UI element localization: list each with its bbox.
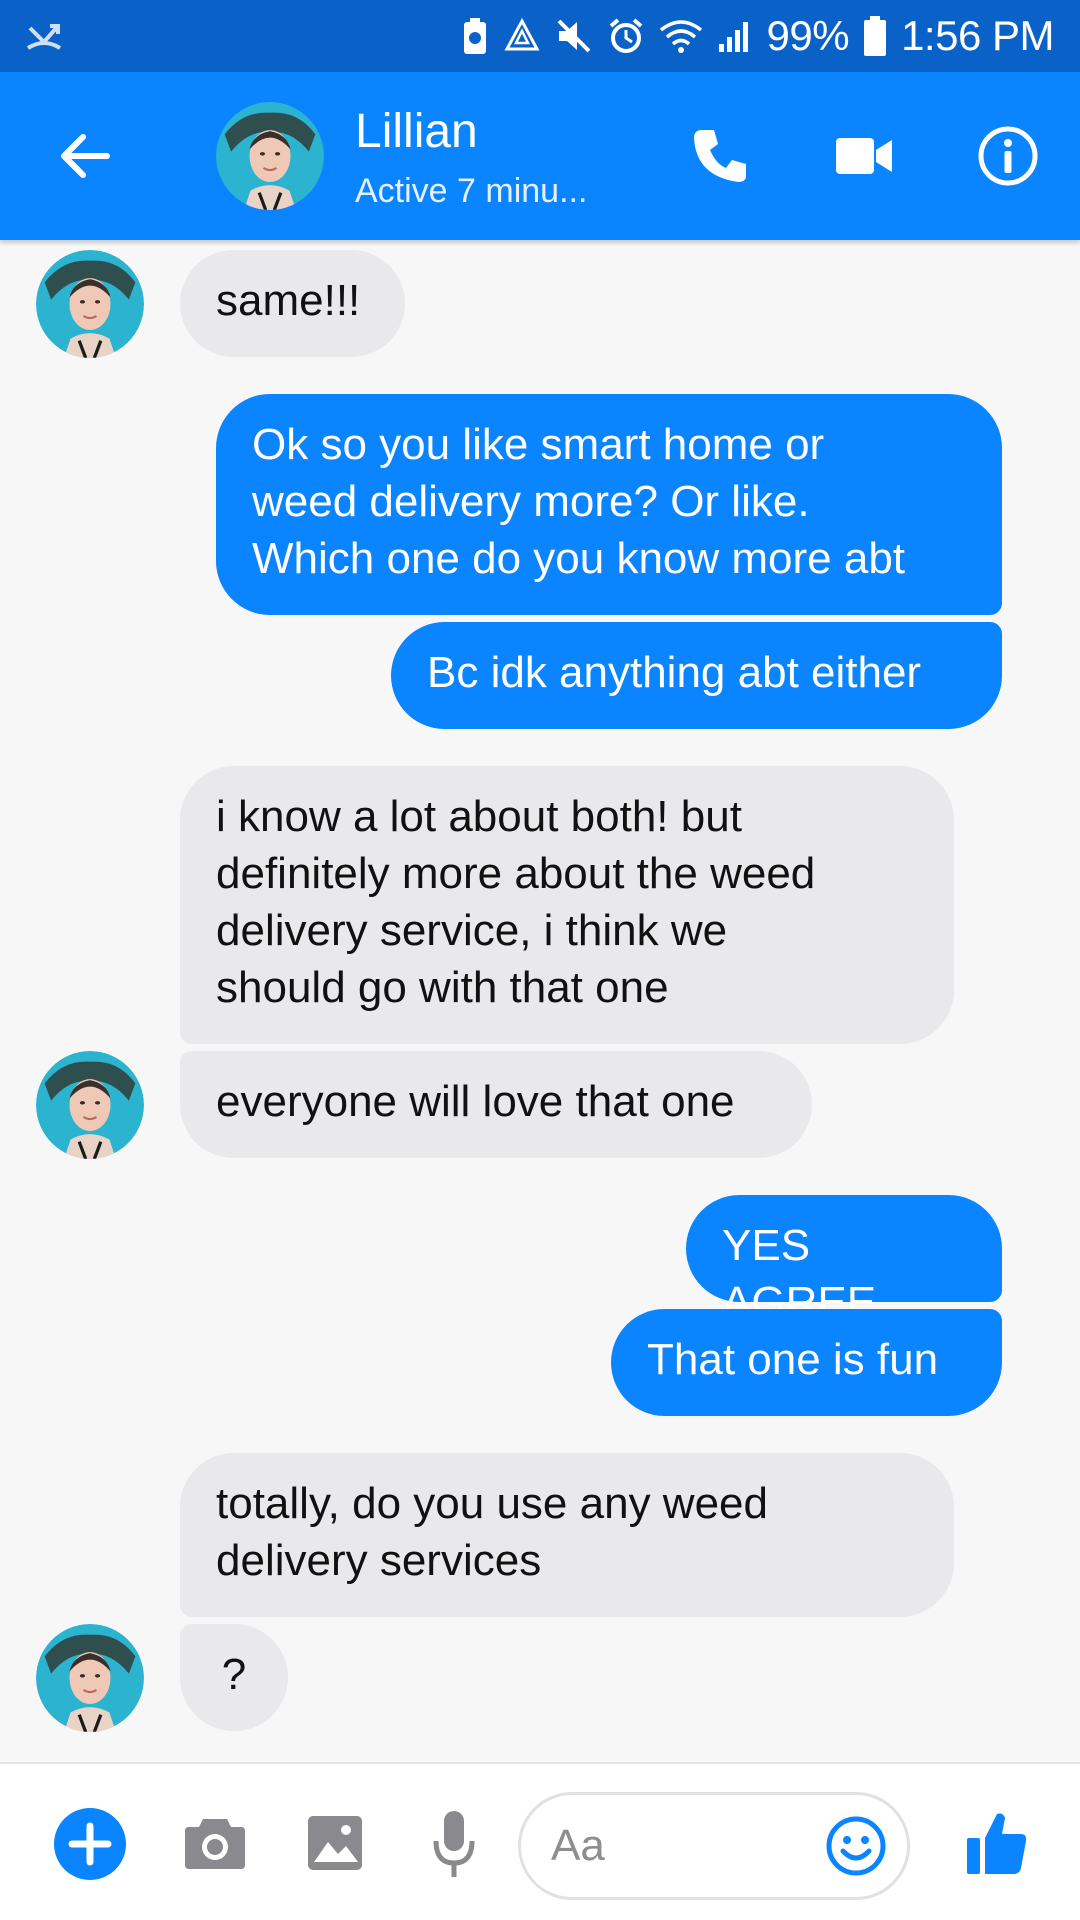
outgoing-message[interactable]: That one is fun — [611, 1309, 1002, 1416]
outgoing-message[interactable]: Bc idk anything abt either — [391, 622, 1002, 729]
gallery-button[interactable] — [302, 1810, 368, 1876]
emoji-icon — [826, 1816, 886, 1876]
conversation-header: Lillian Active 7 minu... — [0, 72, 1080, 240]
camera-icon — [185, 1819, 245, 1869]
contact-active-status: Active 7 minu... — [355, 172, 588, 210]
signal-icon — [717, 18, 753, 54]
alarm-icon — [607, 17, 645, 55]
battery-icon — [863, 15, 887, 57]
status-bar: 99% 1:56 PM — [0, 0, 1080, 72]
voice-record-button[interactable] — [424, 1804, 484, 1884]
sender-avatar[interactable] — [36, 250, 144, 358]
wifi-icon — [659, 18, 703, 54]
back-arrow-icon — [61, 134, 110, 178]
incoming-message[interactable]: everyone will love that one — [180, 1051, 812, 1158]
sender-avatar[interactable] — [36, 1051, 144, 1159]
thumbs-up-icon — [967, 1813, 1027, 1874]
message-composer — [0, 1762, 1080, 1920]
like-button[interactable] — [956, 1802, 1038, 1884]
info-button[interactable] — [968, 116, 1048, 196]
message-input[interactable] — [551, 1813, 811, 1879]
video-call-button[interactable] — [824, 116, 904, 196]
contact-avatar[interactable] — [216, 102, 324, 210]
mute-icon — [555, 17, 593, 55]
clock: 1:56 PM — [901, 12, 1054, 59]
emoji-button[interactable] — [823, 1813, 889, 1879]
plus-icon — [54, 1808, 126, 1880]
video-camera-icon — [836, 138, 892, 174]
incoming-message[interactable]: ? — [180, 1624, 288, 1731]
recycle-icon — [503, 17, 541, 55]
camera-button[interactable] — [180, 1810, 250, 1876]
storage-cleaner-icon — [461, 16, 489, 56]
missed-call-icon — [24, 16, 64, 56]
incoming-message[interactable]: same!!! — [180, 250, 405, 357]
outgoing-message[interactable]: Ok so you like smart home or weed delive… — [216, 394, 1002, 615]
incoming-message[interactable]: i know a lot about both! but definitely … — [180, 766, 954, 1044]
back-button[interactable] — [48, 120, 120, 192]
battery-percent: 99% — [766, 12, 850, 59]
info-icon — [978, 126, 1038, 186]
microphone-icon — [433, 1811, 475, 1877]
sender-avatar[interactable] — [36, 1624, 144, 1732]
voice-call-button[interactable] — [680, 116, 760, 196]
message-input-container[interactable] — [518, 1792, 910, 1900]
contact-name[interactable]: Lillian — [355, 104, 478, 159]
more-actions-button[interactable] — [52, 1806, 128, 1882]
phone-icon — [694, 130, 746, 182]
gallery-icon — [308, 1816, 362, 1870]
incoming-message[interactable]: totally, do you use any weed delivery se… — [180, 1453, 954, 1617]
outgoing-message[interactable]: YES AGREE — [686, 1195, 1002, 1327]
